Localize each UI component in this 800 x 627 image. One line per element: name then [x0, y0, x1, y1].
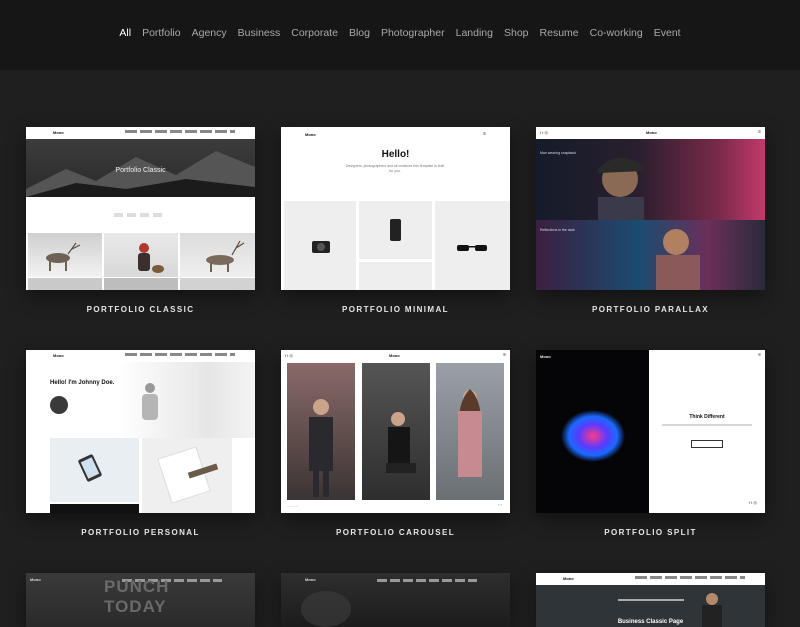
filter-all[interactable]: All: [119, 27, 131, 39]
reindeer-photo: [28, 233, 102, 277]
demo-thumbnail[interactable]: Mono PUNCH TODAY: [26, 573, 255, 627]
deer-photo: [180, 233, 255, 277]
preview-title: PUNCH TODAY: [104, 577, 170, 616]
preview-title: Hello! I'm Johnny Doe.: [50, 380, 115, 386]
sunglasses-product-tile: [435, 201, 510, 290]
demo-thumbnail[interactable]: Mono Hello! I'm Johnny Doe.: [26, 350, 255, 513]
demo-caption[interactable]: PORTFOLIO MINIMAL: [281, 305, 510, 314]
preview-brand: Mono: [389, 353, 400, 358]
demo-thumbnail[interactable]: Mono Portfolio Classic: [26, 127, 255, 290]
hamburger-icon: ≡: [483, 131, 486, 137]
demo-thumbnail[interactable]: Mono ≡ Hello! Designers, photographers a…: [281, 127, 510, 290]
filter-photographer[interactable]: Photographer: [381, 27, 445, 39]
demo-thumbnail[interactable]: Mono Business Classic Page: [536, 573, 765, 627]
camera-product-tile: [284, 201, 356, 290]
filter-resume[interactable]: Resume: [540, 27, 579, 39]
filter-landing[interactable]: Landing: [456, 27, 493, 39]
preview-text-line: [662, 424, 752, 426]
photo-caption: Reflections in the dark: [540, 228, 575, 232]
social-icons: f t ◎: [540, 130, 548, 135]
preview-filter-pills: [114, 213, 166, 217]
filter-co-working[interactable]: Co-working: [590, 27, 643, 39]
hamburger-icon: ≡: [503, 352, 506, 358]
phone-product-tile: [359, 201, 432, 259]
avatar: [50, 396, 68, 414]
preview-navbar: f t ◎ Mono ≡: [536, 127, 765, 139]
filter-business[interactable]: Business: [238, 27, 281, 39]
carousel-slide-1[interactable]: [287, 363, 355, 500]
filter-agency[interactable]: Agency: [192, 27, 227, 39]
carousel-slide-3[interactable]: [436, 363, 504, 500]
filter-blog[interactable]: Blog: [349, 27, 370, 39]
woman-dog-photo: [104, 233, 178, 277]
preview-brand: Mono: [646, 130, 657, 135]
man-snapback-photo: Man wearing snapback: [536, 139, 765, 220]
category-filter: All Portfolio Agency Business Corporate …: [0, 27, 800, 39]
demo-caption[interactable]: PORTFOLIO PERSONAL: [26, 528, 255, 537]
preview-title: Portfolio Classic: [115, 167, 166, 174]
preview-brand: Mono: [540, 354, 551, 359]
preview-brand: Mono: [305, 577, 316, 582]
hamburger-icon: ≡: [758, 129, 761, 135]
neon-portrait-photo: Reflections in the dark: [536, 220, 765, 290]
glitter-face-photo: Mono: [536, 350, 649, 513]
preview-navbar: Mono: [26, 350, 255, 362]
demo-caption[interactable]: PORTFOLIO CAROUSEL: [281, 528, 510, 537]
demo-caption[interactable]: PORTFOLIO PARALLAX: [536, 305, 765, 314]
preview-title: Think Different: [689, 414, 725, 420]
notebook-photo: [142, 438, 232, 513]
demo-caption[interactable]: PORTFOLIO CLASSIC: [26, 305, 255, 314]
social-icons: f t ◎: [749, 500, 757, 505]
filter-shop[interactable]: Shop: [504, 27, 529, 39]
preview-brand: Mono: [53, 353, 64, 358]
preview-navbar: f t ◎ Mono ≡: [281, 350, 510, 362]
phone-on-desk-photo: [50, 438, 139, 502]
demo-thumbnail[interactable]: f t ◎ Mono ≡ Man wearing snapback Reflec…: [536, 127, 765, 290]
preview-subtitle: Designers, photographers and all creativ…: [345, 164, 445, 173]
filter-portfolio[interactable]: Portfolio: [142, 27, 181, 39]
preview-navbar: Mono: [26, 127, 255, 139]
carousel-arrows[interactable]: ‹ ›: [498, 502, 502, 507]
preview-navbar: Mono: [536, 573, 765, 585]
photo-caption: Man wearing snapback: [540, 151, 576, 155]
preview-title: Business Classic Page: [617, 619, 684, 625]
carousel-footer: — — —: [287, 504, 298, 508]
demo-caption[interactable]: PORTFOLIO SPLIT: [536, 528, 765, 537]
carousel-slide-2[interactable]: [362, 363, 430, 500]
top-bar: All Portfolio Agency Business Corporate …: [0, 0, 800, 70]
preview-button[interactable]: [691, 440, 723, 448]
preview-brand: Mono: [563, 576, 574, 581]
demo-thumbnail[interactable]: Mono: [281, 573, 510, 627]
intro-hero: Hello! I'm Johnny Doe.: [26, 362, 255, 438]
demo-thumbnail[interactable]: Mono ≡ Think Different f t ◎: [536, 350, 765, 513]
hero-mountains-image: Portfolio Classic: [26, 139, 255, 197]
preview-brand: Mono: [30, 577, 41, 582]
social-icons: f t ◎: [285, 353, 293, 358]
preview-title: Hello!: [381, 149, 410, 160]
preview-brand: Mono: [305, 132, 316, 137]
preview-brand: Mono: [53, 130, 64, 135]
hamburger-icon: ≡: [758, 352, 761, 358]
demo-thumbnail[interactable]: f t ◎ Mono ≡ — — — ‹ ›: [281, 350, 510, 513]
filter-event[interactable]: Event: [654, 27, 681, 39]
filter-corporate[interactable]: Corporate: [291, 27, 338, 39]
